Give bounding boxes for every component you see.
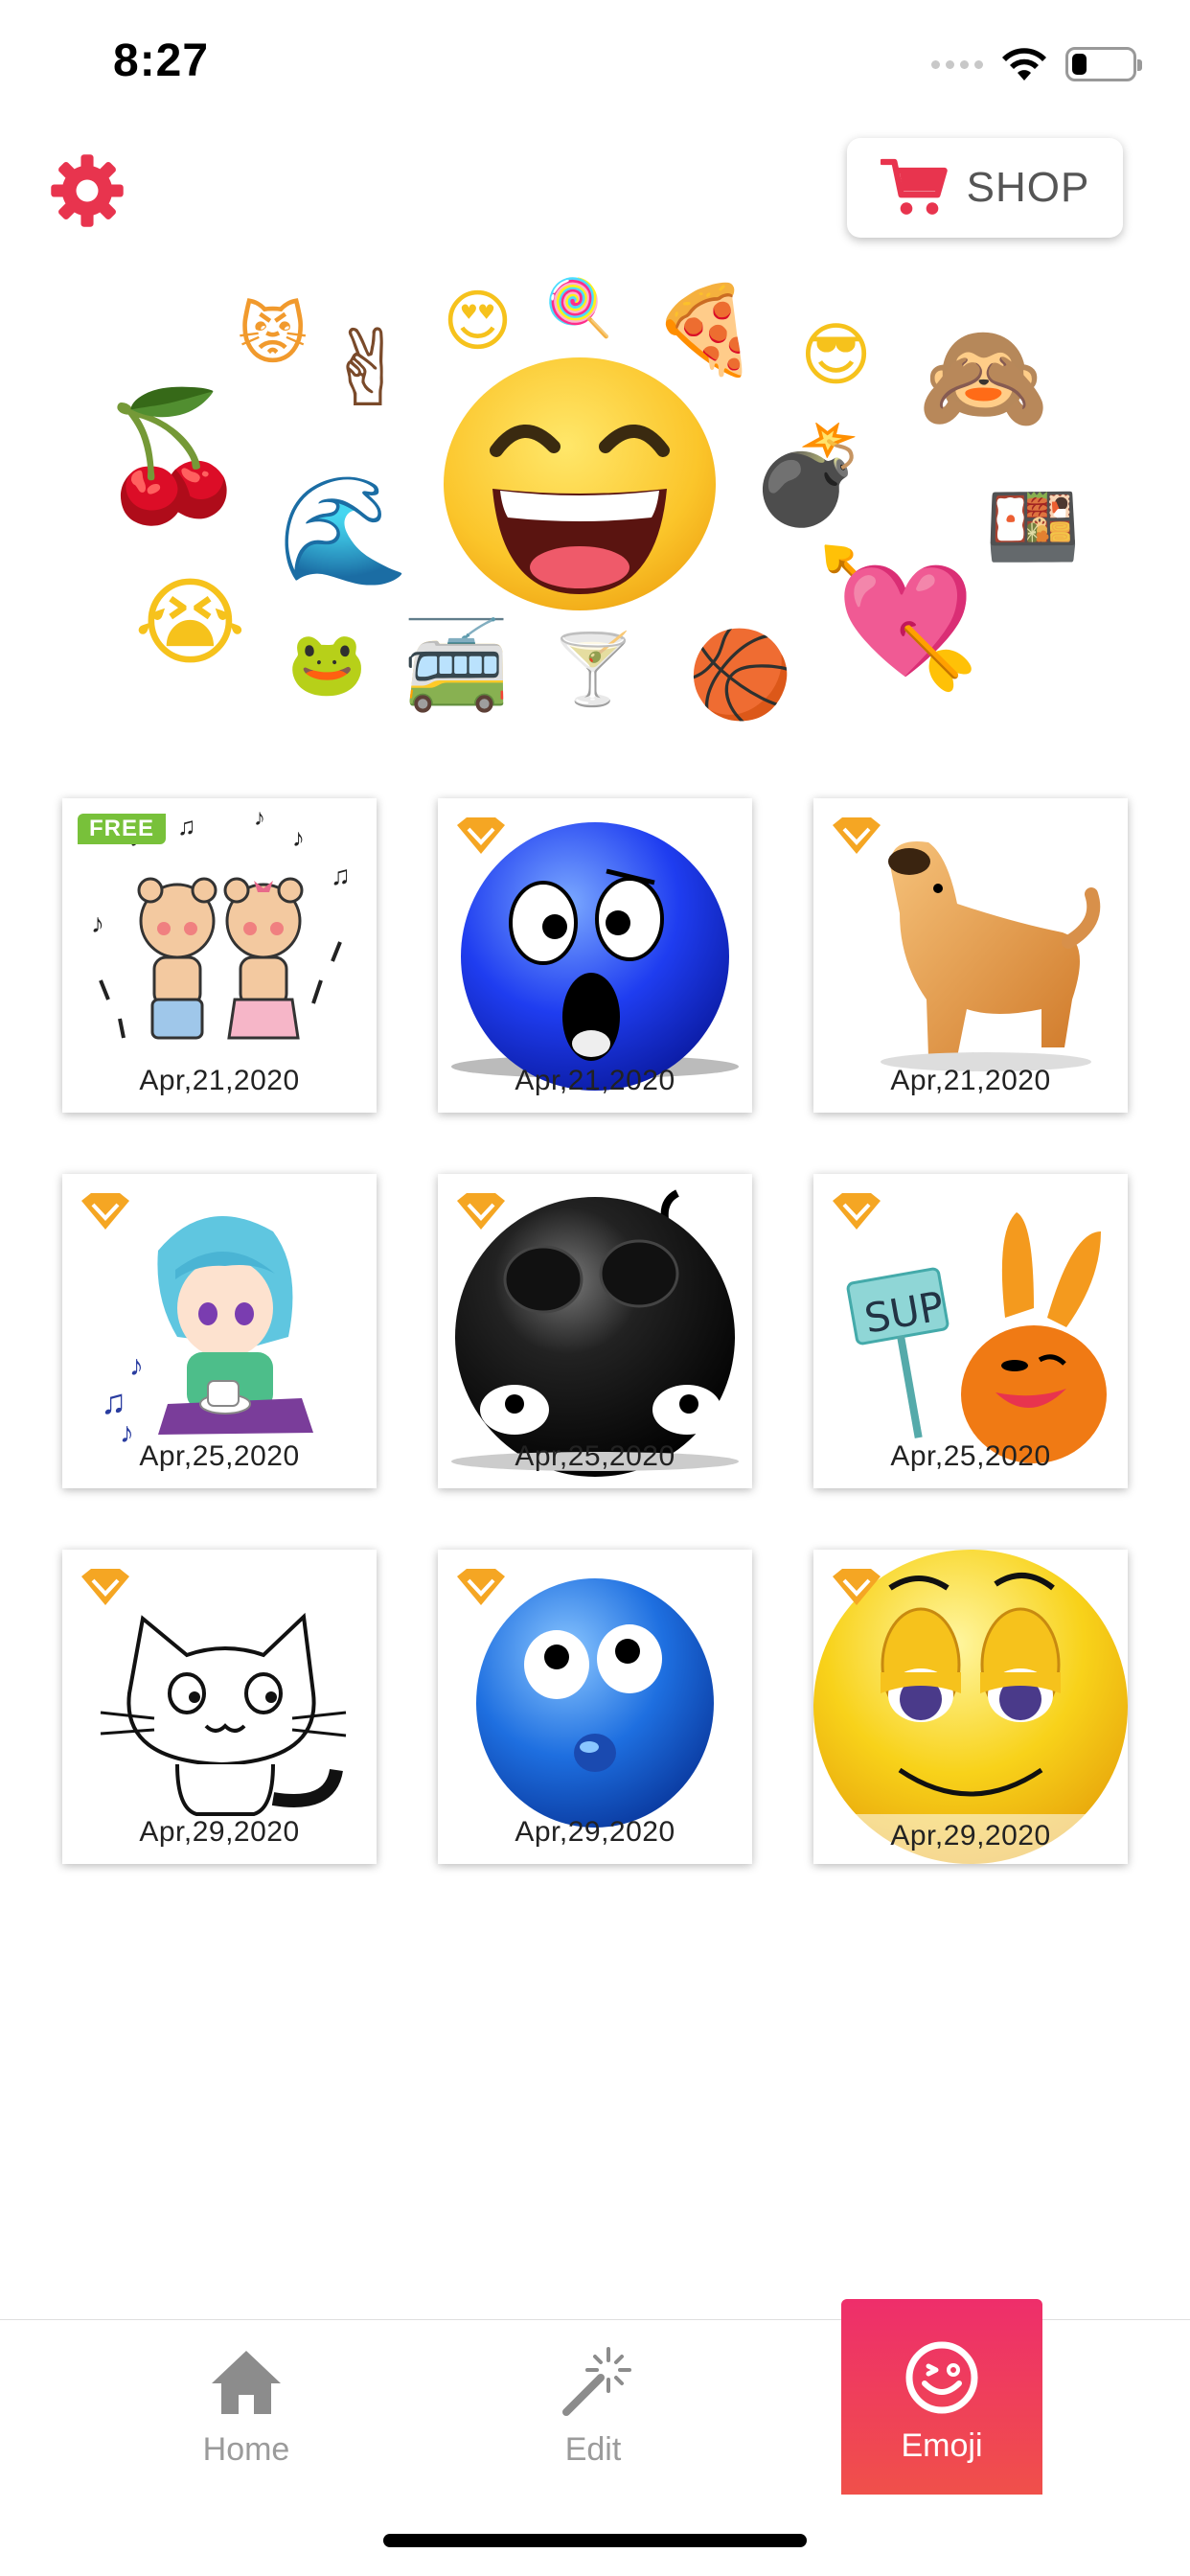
see-no-evil-monkey-icon: 🙈	[918, 315, 1049, 438]
diamond-vip-icon	[457, 817, 505, 854]
tab-edit[interactable]: Edit	[492, 2320, 694, 2495]
diamond-vip-icon	[833, 817, 881, 854]
status-time: 8:27	[113, 35, 210, 86]
cocktail-icon: 🍸	[550, 629, 636, 709]
diamond-vip-icon	[457, 1193, 505, 1230]
sticker-date: Apr,21,2020	[515, 1065, 675, 1096]
sticker-card[interactable]: Apr,29,2020	[62, 1550, 377, 1864]
sticker-date: Apr,29,2020	[813, 1814, 1128, 1864]
sticker-date: Apr,29,2020	[139, 1816, 300, 1848]
wifi-icon	[1002, 48, 1046, 80]
diamond-vip-icon	[457, 1569, 505, 1605]
tab-label: Emoji	[901, 2427, 983, 2464]
lollipop-icon: 🍭	[544, 275, 614, 340]
sticker-card[interactable]: ♫ ♪ ♪ Apr,25,2020	[62, 1174, 377, 1488]
battery-icon	[1065, 47, 1142, 81]
bento-box-icon: 🍱	[985, 482, 1081, 571]
sticker-date: Apr,21,2020	[139, 1065, 300, 1096]
victory-hand-icon: ✌	[324, 308, 413, 430]
heart-with-arrow-icon: 💘	[814, 540, 982, 697]
heart-eyes-icon: 😍	[443, 282, 513, 360]
sticker-card[interactable]: Apr,29,2020	[813, 1550, 1128, 1864]
emoji-face-icon	[905, 2341, 978, 2414]
free-badge: FREE	[78, 814, 167, 844]
basketball-icon: 🏀	[688, 625, 793, 724]
battery-level	[1072, 54, 1087, 75]
home-indicator	[383, 2534, 807, 2547]
tab-label: Edit	[564, 2431, 622, 2468]
sticker-card[interactable]: SUP Apr,25,2020	[813, 1174, 1128, 1488]
trolleybus-icon: 🚎	[402, 615, 511, 716]
crying-face-icon: 😭	[134, 566, 246, 678]
sticker-card[interactable]: ♪♫ ♪♫ ♪♪	[62, 798, 377, 1113]
sticker-date: Apr,25,2020	[890, 1440, 1051, 1472]
grinning-squinting-face-icon	[444, 357, 716, 610]
cherries-icon: 🍒	[96, 382, 251, 528]
svg-text:♪: ♪	[254, 805, 265, 831]
sticker-grid: ♪♫ ♪♫ ♪♪	[62, 798, 1130, 1864]
shop-label: SHOP	[966, 164, 1090, 211]
svg-text:♫: ♫	[177, 812, 196, 840]
tab-emoji[interactable]: Emoji	[841, 2299, 1042, 2495]
diamond-vip-icon	[833, 1193, 881, 1230]
emoji-collage: 😾 ✌ 😍 🍭 🍕 😎 🙈 🍒 🌊 💣 🍱 😭 🐸 🚎 🍸 🏀 💘	[0, 259, 1190, 738]
frog-icon: 🐸	[287, 627, 367, 701]
home-icon	[212, 2351, 281, 2414]
water-wave-icon: 🌊	[278, 469, 409, 591]
svg-text:♪: ♪	[91, 908, 104, 938]
sticker-date: Apr,21,2020	[890, 1065, 1051, 1096]
svg-text:♫: ♫	[101, 1382, 126, 1421]
svg-text:♪: ♪	[129, 1350, 144, 1382]
sticker-date: Apr,25,2020	[515, 1440, 675, 1472]
sticker-card[interactable]: Apr,21,2020	[438, 798, 752, 1113]
svg-text:♪: ♪	[292, 823, 305, 852]
sticker-card[interactable]: Apr,29,2020	[438, 1550, 752, 1864]
pouting-cat-icon: 😾	[238, 295, 308, 374]
sticker-date: Apr,29,2020	[515, 1816, 675, 1848]
diamond-vip-icon	[833, 1569, 881, 1605]
tab-home[interactable]: Home	[146, 2320, 347, 2495]
svg-text:♫: ♫	[331, 861, 351, 890]
status-icons	[931, 46, 1142, 82]
sunglasses-face-icon: 😎	[800, 314, 873, 395]
sticker-card[interactable]: Apr,21,2020	[813, 798, 1128, 1113]
gear-icon[interactable]	[48, 151, 126, 230]
sticker-card[interactable]: Apr,25,2020	[438, 1174, 752, 1488]
diamond-vip-icon	[81, 1193, 129, 1230]
shopping-cart-icon	[880, 158, 948, 215]
shop-button[interactable]: SHOP	[847, 138, 1123, 238]
diamond-vip-icon	[81, 1569, 129, 1605]
tab-label: Home	[202, 2431, 290, 2468]
cellular-signal-icon	[931, 59, 983, 69]
magic-wand-icon	[562, 2347, 631, 2416]
bomb-icon: 💣	[749, 419, 869, 531]
sticker-date: Apr,25,2020	[139, 1440, 300, 1472]
